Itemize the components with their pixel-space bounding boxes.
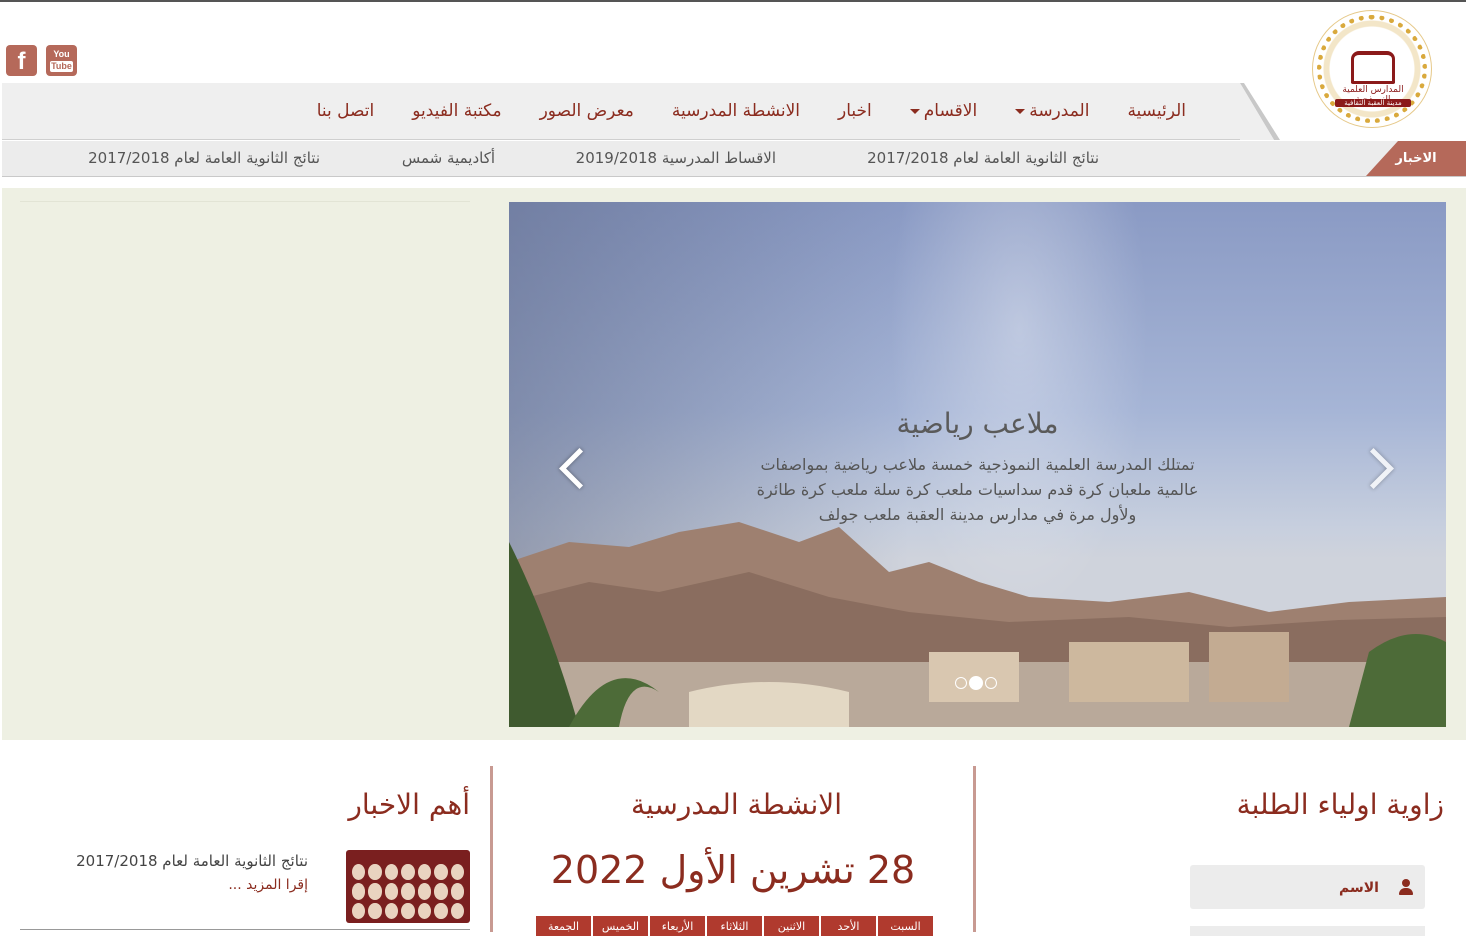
thumbnail-portrait	[368, 883, 382, 900]
slide-caption: ملاعب رياضية تمتلك المدرسة العلمية النمو…	[629, 407, 1326, 527]
calendar-date: 28 تشرين الأول 2022	[550, 848, 916, 892]
name-field[interactable]: الاسم	[1190, 865, 1425, 909]
slider-dot[interactable]	[985, 677, 997, 689]
top-border	[0, 0, 1466, 2]
calendar-weekday: الثلاثاء	[707, 916, 762, 936]
thumbnail-portrait	[417, 902, 432, 919]
thumbnail-portrait	[401, 902, 415, 919]
calendar-weekday: الأربعاء	[650, 916, 705, 936]
news-thumbnail[interactable]	[346, 850, 470, 923]
thumbnail-portrait	[384, 902, 399, 919]
slide-title: ملاعب رياضية	[896, 407, 1059, 440]
nav-item[interactable]: الاقسام	[909, 101, 978, 121]
ticker-item[interactable]: أكاديمية شمس	[402, 141, 495, 176]
hero-left-divider	[20, 201, 470, 202]
nav-item[interactable]: اخبار	[838, 101, 872, 121]
nav-item[interactable]: اتصل بنا	[317, 101, 375, 121]
next-form-field[interactable]	[1190, 926, 1425, 936]
news-divider	[20, 929, 470, 930]
nav-item[interactable]: المدرسة	[1015, 101, 1089, 121]
ticker-item[interactable]: الاقساط المدرسية 2019/2018	[576, 141, 776, 176]
thumbnail-portrait	[384, 883, 399, 900]
thumbnail-portrait	[417, 864, 432, 881]
thumbnail-portrait	[450, 883, 464, 900]
slider-dot[interactable]	[969, 676, 983, 690]
caret-down-icon	[909, 108, 920, 114]
open-book-icon	[1351, 51, 1395, 84]
calendar-weekday: الاثنين	[764, 916, 819, 936]
news-section-title: أهم الاخبار	[348, 788, 470, 821]
thumbnail-portrait	[450, 864, 464, 881]
slide-photo-mountains	[509, 522, 1446, 727]
nav-item-label: مكتبة الفيديو	[412, 101, 502, 121]
nav-item[interactable]: الانشطة المدرسية	[672, 101, 800, 121]
thumbnail-portrait	[401, 883, 415, 900]
nav-item-label: معرض الصور	[539, 101, 634, 121]
nav-item-label: الاقسام	[923, 101, 978, 121]
thumbnail-portrait	[434, 883, 448, 900]
thumbnail-portrait	[434, 864, 448, 881]
school-logo[interactable]: المدارس العلمية النموذجية مدينة العقبة ا…	[1312, 10, 1432, 128]
user-icon	[1399, 879, 1413, 895]
facebook-icon[interactable]: f	[6, 45, 37, 76]
slider-dot[interactable]	[955, 677, 967, 689]
parents-section-title: زاوية اولياء الطلبة	[1236, 788, 1444, 821]
ticker-item[interactable]: نتائج الثانوية العامة لعام 2017/2018	[88, 141, 320, 176]
nav-item-label: اتصل بنا	[316, 101, 375, 121]
image-slider[interactable]: ملاعب رياضية تمتلك المدرسة العلمية النمو…	[509, 202, 1446, 727]
nav-item-label: الرئيسية	[1127, 101, 1186, 121]
thumbnail-portrait	[417, 883, 432, 900]
ticker-item[interactable]: نتائج الثانوية العامة لعام 2017/2018	[867, 141, 1099, 176]
activities-section-title: الانشطة المدرسية	[630, 788, 842, 821]
slide-body: تمتلك المدرسة العلمية النموذجية خمسة ملا…	[756, 455, 1199, 524]
thumbnail-portrait	[401, 864, 415, 881]
calendar-weekday: الجمعة	[536, 916, 591, 936]
thumbnail-portrait	[368, 902, 382, 919]
main-navigation: الرئيسية المدرسة الاقسام اخبار الانشطة المدر…	[2, 83, 1242, 140]
calendar-weekday-header: السبت الأحد الاثنين الثلاثاء الأربعاء الخميس ا…	[536, 916, 933, 936]
youtube-icon[interactable]: You Tube	[46, 45, 77, 76]
ticker-label: الاخبار	[1366, 141, 1466, 176]
calendar-weekday: السبت	[878, 916, 933, 936]
logo-text-bottom: مدينة العقبة الثقافية	[1335, 99, 1411, 107]
calendar-weekday: الخميس	[593, 916, 648, 936]
slider-next-icon[interactable]	[1352, 447, 1395, 490]
nav-item[interactable]: الرئيسية	[1127, 101, 1186, 121]
thumbnail-portrait	[450, 902, 464, 919]
slider-indicators	[955, 676, 997, 690]
thumbnail-portrait	[434, 902, 448, 919]
nav-item-label: الانشطة المدرسية	[671, 101, 801, 121]
read-more-link[interactable]: إقرا المزيد ...	[228, 877, 308, 893]
thumbnail-portrait	[352, 864, 366, 881]
calendar-weekday: الأحد	[821, 916, 876, 936]
nav-item[interactable]: معرض الصور	[540, 101, 634, 121]
caret-down-icon	[1015, 108, 1026, 114]
nav-item[interactable]: مكتبة الفيديو	[412, 101, 501, 121]
thumbnail-portrait	[368, 864, 382, 881]
news-item-title[interactable]: نتائج الثانوية العامة لعام 2017/2018	[76, 852, 308, 870]
name-field-label: الاسم	[1339, 880, 1379, 896]
thumbnail-portrait	[352, 902, 366, 919]
news-ticker: الاخبار نتائج الثانوية العامة لعام 2017/…	[2, 141, 1466, 177]
thumbnail-portrait	[352, 883, 366, 900]
thumbnail-portrait	[384, 864, 399, 881]
nav-item-label: اخبار	[838, 101, 872, 121]
nav-angle-decoration	[1240, 83, 1280, 140]
nav-item-label: المدرسة	[1029, 101, 1090, 121]
